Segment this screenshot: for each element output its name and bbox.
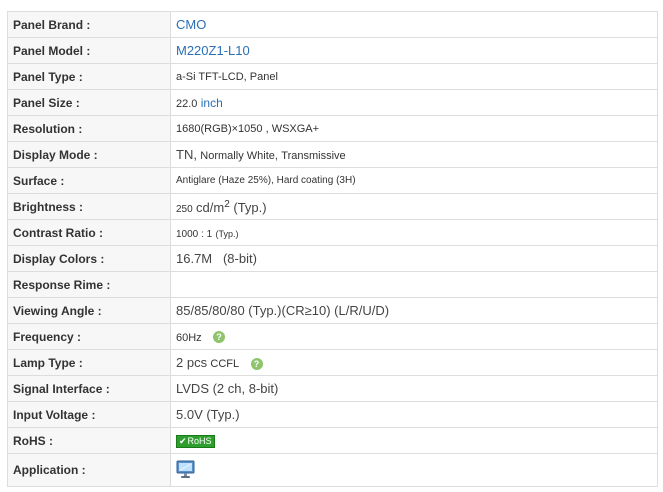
checkmark-icon: ✔ bbox=[179, 436, 187, 446]
display-mode-tn: TN, bbox=[176, 147, 197, 162]
spec-table: Panel Brand : CMO Panel Model : M220Z1-L… bbox=[7, 11, 658, 487]
table-row: Display Colors : 16.7M (8-bit) bbox=[7, 245, 658, 272]
frequency-value: 60Hz bbox=[176, 331, 202, 344]
table-row: Frequency : 60Hz ? bbox=[7, 323, 658, 350]
panel-type-value: a-Si TFT-LCD, Panel bbox=[170, 63, 658, 90]
row-label: Panel Brand : bbox=[7, 11, 171, 38]
table-row: Response Rime : bbox=[7, 271, 658, 298]
monitor-icon bbox=[176, 459, 196, 482]
table-row: RoHS : ✔RoHS bbox=[7, 427, 658, 454]
row-label: Panel Size : bbox=[7, 89, 171, 116]
display-mode-transmissive: Transmissive bbox=[281, 150, 346, 162]
table-row: Surface : Antiglare (Haze 25%), Hard coa… bbox=[7, 167, 658, 194]
row-label: Application : bbox=[7, 453, 171, 487]
row-label: Resolution : bbox=[7, 115, 171, 142]
response-time-value bbox=[170, 271, 658, 298]
table-row: Panel Size : 22.0 inch bbox=[7, 89, 658, 116]
row-label: Panel Type : bbox=[7, 63, 171, 90]
panel-size-unit: inch bbox=[200, 95, 223, 110]
contrast-ratio-number: 1000 : 1 bbox=[176, 228, 213, 240]
table-row: Input Voltage : 5.0V (Typ.) bbox=[7, 401, 658, 428]
brightness-unit: cd/m bbox=[196, 199, 225, 215]
table-row: Viewing Angle : 85/85/80/80 (Typ.)(CR≥10… bbox=[7, 297, 658, 324]
table-row: Panel Model : M220Z1-L10 bbox=[7, 37, 658, 64]
table-row: Panel Type : a-Si TFT-LCD, Panel bbox=[7, 63, 658, 90]
row-label: Signal Interface : bbox=[7, 375, 171, 402]
row-label: Surface : bbox=[7, 167, 171, 194]
table-row: Display Mode : TN, Normally White, Trans… bbox=[7, 141, 658, 168]
table-row: Panel Brand : CMO bbox=[7, 11, 658, 38]
contrast-ratio-typ: (Typ.) bbox=[215, 228, 239, 239]
row-label: Display Colors : bbox=[7, 245, 171, 272]
lamp-count: 2 pcs bbox=[176, 355, 208, 370]
row-label: RoHS : bbox=[7, 427, 171, 454]
help-icon[interactable]: ? bbox=[213, 331, 226, 344]
row-label: Lamp Type : bbox=[7, 349, 171, 376]
resolution-value: 1680(RGB)×1050 , WSXGA+ bbox=[170, 115, 658, 142]
table-row: Application : bbox=[7, 453, 658, 487]
table-row: Contrast Ratio : 1000 : 1 (Typ.) bbox=[7, 219, 658, 246]
table-row: Resolution : 1680(RGB)×1050 , WSXGA+ bbox=[7, 115, 658, 142]
brightness-typ: (Typ.) bbox=[229, 199, 267, 215]
table-row: Signal Interface : LVDS (2 ch, 8-bit) bbox=[7, 375, 658, 402]
row-label: Contrast Ratio : bbox=[7, 219, 171, 246]
row-label: Viewing Angle : bbox=[7, 297, 171, 324]
display-colors-value: 16.7M (8-bit) bbox=[170, 245, 658, 272]
row-label: Brightness : bbox=[7, 193, 171, 220]
table-row: Lamp Type : 2 pcs CCFL ? bbox=[7, 349, 658, 376]
help-icon[interactable]: ? bbox=[250, 357, 263, 370]
table-row: Brightness : 250 cd/m2 (Typ.) bbox=[7, 193, 658, 220]
brightness-number: 250 bbox=[176, 203, 193, 215]
panel-model-link[interactable]: M220Z1-L10 bbox=[176, 43, 250, 58]
display-mode-normally-white: Normally White, bbox=[200, 150, 278, 162]
input-voltage-value: 5.0V (Typ.) bbox=[170, 401, 658, 428]
row-label: Input Voltage : bbox=[7, 401, 171, 428]
panel-brand-link[interactable]: CMO bbox=[176, 17, 206, 32]
lamp-type-value: CCFL bbox=[210, 358, 240, 370]
row-label: Frequency : bbox=[7, 323, 171, 350]
rohs-badge-text: RoHS bbox=[187, 436, 212, 446]
row-label: Display Mode : bbox=[7, 141, 171, 168]
row-label: Response Rime : bbox=[7, 271, 171, 298]
viewing-angle-value: 85/85/80/80 (Typ.)(CR≥10) (L/R/U/D) bbox=[170, 297, 658, 324]
signal-interface-value: LVDS (2 ch, 8-bit) bbox=[170, 375, 658, 402]
rohs-badge: ✔RoHS bbox=[176, 435, 215, 448]
panel-size-number: 22.0 bbox=[176, 97, 198, 110]
row-label: Panel Model : bbox=[7, 37, 171, 64]
surface-value: Antiglare (Haze 25%), Hard coating (3H) bbox=[170, 167, 658, 194]
